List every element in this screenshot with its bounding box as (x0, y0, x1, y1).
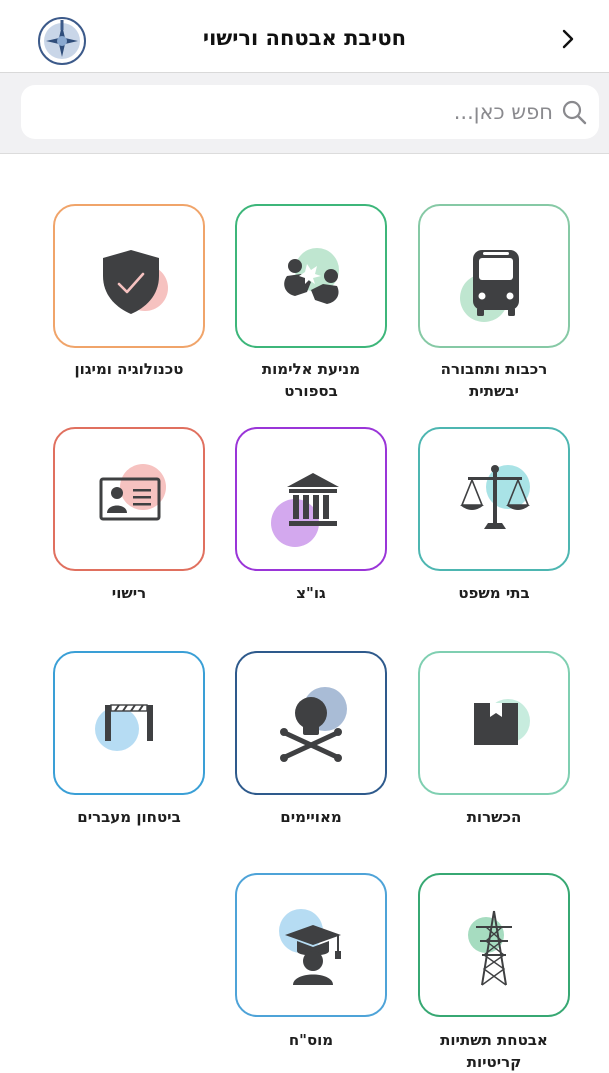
fist-fight-icon (284, 248, 339, 304)
box-icon (474, 699, 530, 745)
scales-icon (460, 465, 530, 529)
chevron-right-icon[interactable] (557, 26, 579, 52)
tile-threatened-persons-label: מאויימים (280, 808, 342, 826)
tile-training-institution[interactable] (235, 873, 387, 1017)
search-icon (562, 100, 587, 125)
search-box[interactable] (21, 85, 599, 139)
tile-training-institution-label: מוס"ח (288, 1031, 334, 1049)
bus-icon (460, 250, 519, 322)
tile-government-bodies-label: גו"צ (296, 584, 326, 602)
tile-rail-transport[interactable] (418, 204, 570, 348)
tile-crossings-security[interactable] (53, 651, 205, 795)
tile-crossings-security-label: ביטחון מעברים (77, 808, 181, 826)
tile-rail-transport-label: רכבות ותחבורה יבשתית (440, 360, 548, 400)
tile-technology-protection[interactable] (53, 204, 205, 348)
tile-trainings[interactable] (418, 651, 570, 795)
app-header: חטיבת אבטחה ורישוי (0, 0, 609, 73)
tile-critical-infrastructure-label: אבטחת תשתיות קריטיות (440, 1031, 548, 1071)
tile-courts[interactable] (418, 427, 570, 571)
tile-technology-protection-label: טכנולוגיה ומיגון (74, 360, 184, 378)
tile-sports-violence[interactable] (235, 204, 387, 348)
barrier-gate-icon (95, 704, 153, 751)
tile-sports-violence-label: מניעת אלימות בספורט (261, 360, 361, 400)
tile-government-bodies[interactable] (235, 427, 387, 571)
tile-threatened-persons[interactable] (235, 651, 387, 795)
id-card-icon (99, 464, 166, 521)
search-bar-area (0, 73, 609, 154)
shield-check-icon (103, 250, 168, 314)
page-title: חטיבת אבטחה ורישוי (202, 26, 407, 50)
tile-trainings-label: הכשרות (466, 808, 522, 826)
search-input[interactable] (39, 91, 555, 133)
government-building-icon (271, 473, 339, 547)
graduation-cap-icon (279, 909, 341, 985)
power-tower-icon (468, 910, 512, 986)
tile-licensing-label: רישוי (111, 584, 147, 602)
tile-courts-label: בתי משפט (458, 584, 530, 602)
tile-licensing[interactable] (53, 427, 205, 571)
tile-critical-infrastructure[interactable] (418, 873, 570, 1017)
skull-crossbones-icon (280, 687, 347, 762)
